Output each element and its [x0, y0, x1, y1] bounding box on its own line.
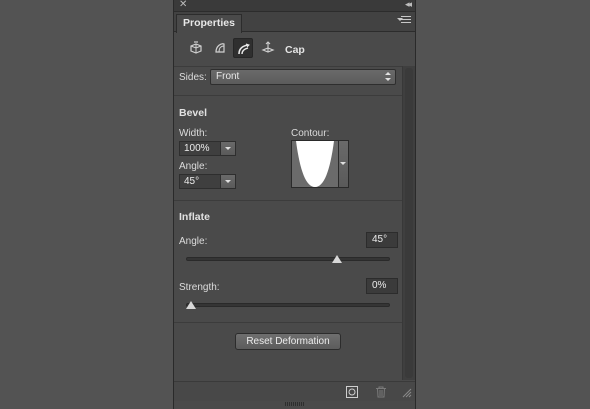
- panel-menu-icon[interactable]: [397, 16, 411, 26]
- sides-label: Sides:: [179, 72, 207, 83]
- tab-properties[interactable]: Properties: [176, 14, 242, 33]
- mask-icon[interactable]: [346, 386, 358, 401]
- inflate-strength-input[interactable]: 0%: [366, 278, 398, 294]
- bevel-width-value[interactable]: 100%: [180, 142, 220, 155]
- mode-icon-row: Cap: [174, 33, 415, 65]
- inflate-angle-label: Angle:: [179, 236, 208, 247]
- inflate-section: Inflate Angle: 45° Strength: 0%: [174, 200, 402, 322]
- bevel-angle-value[interactable]: 45°: [180, 175, 220, 188]
- inflate-strength-thumb[interactable]: [186, 301, 196, 309]
- collapse-icon[interactable]: ◂◂: [405, 0, 412, 10]
- scrollbar-thumb[interactable]: [405, 68, 413, 378]
- panel-titlebar: ✕ ◂◂: [174, 0, 415, 12]
- chevron-down-icon: [225, 180, 231, 183]
- inflate-angle-thumb[interactable]: [331, 255, 342, 263]
- bevel-width-field[interactable]: 100%: [179, 141, 236, 156]
- panel-scrollbar[interactable]: [402, 66, 415, 380]
- trash-icon[interactable]: [375, 386, 387, 401]
- contour-preview[interactable]: [291, 140, 339, 188]
- bevel-width-label: Width:: [179, 128, 208, 139]
- mode-label: Cap: [285, 44, 305, 56]
- bevel-section: Bevel Width: 100% Angle: 45° Contour:: [174, 95, 402, 199]
- bevel-width-dropdown[interactable]: [220, 142, 235, 155]
- contour-dropdown[interactable]: [339, 140, 349, 188]
- bevel-heading: Bevel: [179, 107, 208, 119]
- sides-section: Sides: Front: [174, 66, 402, 94]
- inflate-angle-input[interactable]: 45°: [366, 232, 398, 248]
- panel-drag-grip[interactable]: [285, 402, 305, 406]
- coordinates-icon[interactable]: [258, 38, 278, 58]
- cap-icon[interactable]: [233, 38, 253, 58]
- reset-deformation-button[interactable]: Reset Deformation: [235, 333, 341, 350]
- inflate-heading: Inflate: [179, 211, 210, 223]
- sides-select[interactable]: Front: [210, 69, 396, 85]
- bevel-angle-label: Angle:: [179, 161, 208, 172]
- actions-section: [174, 322, 402, 381]
- bevel-angle-field[interactable]: 45°: [179, 174, 236, 189]
- updown-arrows-icon: [385, 71, 391, 83]
- panel-bottom-bar: [174, 381, 415, 401]
- deform-icon[interactable]: [210, 38, 230, 58]
- chevron-down-icon: [340, 162, 346, 165]
- inflate-angle-slider[interactable]: [186, 257, 390, 261]
- chevron-down-icon: [225, 147, 231, 150]
- contour-curve-icon: [296, 141, 334, 187]
- resize-grip-icon[interactable]: [402, 388, 412, 401]
- panel-tabbar: Properties: [174, 12, 415, 33]
- close-icon[interactable]: ✕: [179, 0, 187, 10]
- inflate-strength-slider[interactable]: [186, 303, 390, 307]
- contour-label: Contour:: [291, 128, 330, 139]
- sides-value: Front: [216, 71, 240, 82]
- bevel-angle-dropdown[interactable]: [220, 175, 235, 188]
- mesh-icon[interactable]: [186, 38, 206, 58]
- inflate-strength-label: Strength:: [179, 282, 220, 293]
- properties-panel: ✕ ◂◂ Properties Cap Sides: Front Bevel W…: [173, 0, 416, 409]
